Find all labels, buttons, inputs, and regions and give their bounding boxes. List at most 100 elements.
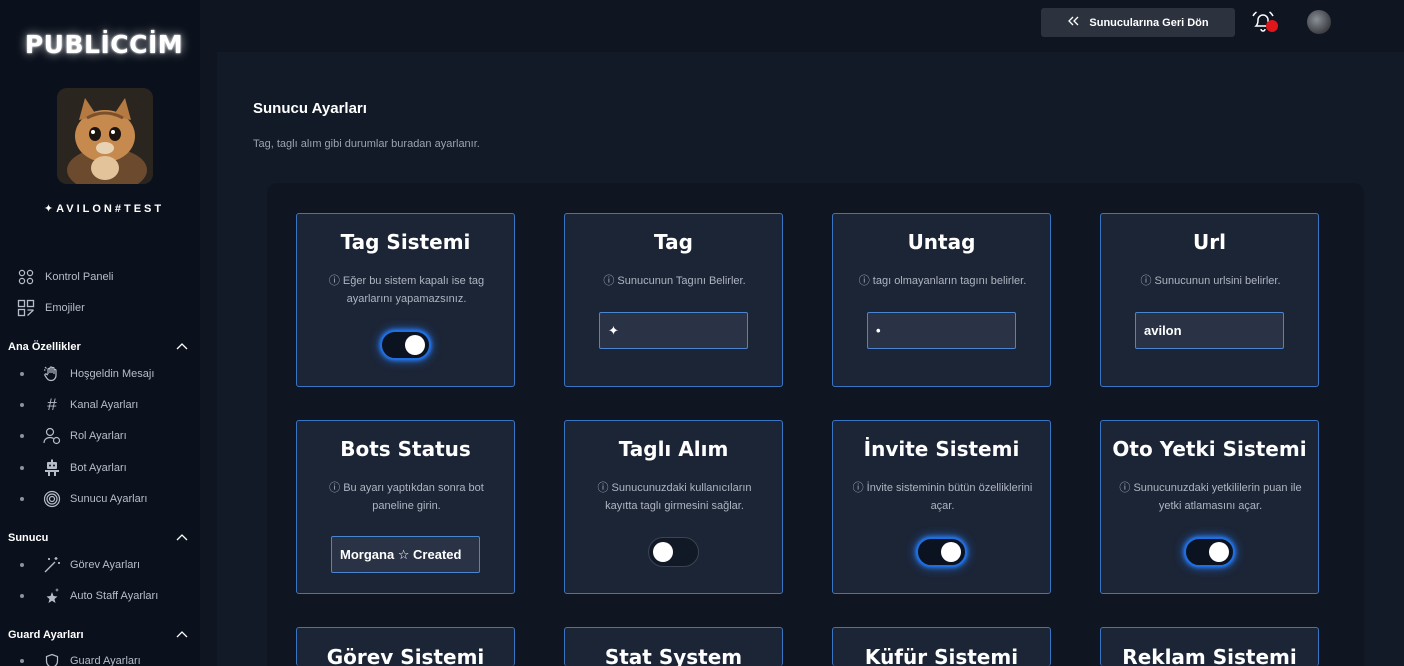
nav-section-server[interactable]: Sunucu (8, 529, 188, 547)
card-profanity-system: Küfür Sistemi (832, 627, 1051, 666)
bullet-dot (20, 403, 24, 407)
card-title: Oto Yetki Sistemi (1112, 437, 1307, 461)
nav-emojis[interactable]: Emojiler (16, 298, 85, 318)
card-stat-system: Stat System (564, 627, 783, 666)
card-untag: Untag ⓘ tagı olmayanların tagını belirle… (832, 213, 1051, 387)
nav-item-label: Bot Ayarları (70, 462, 127, 474)
nav-item-label: Guard Ayarları (70, 655, 141, 666)
card-title: Tag Sistemi (340, 230, 471, 254)
bullet-dot (20, 497, 24, 501)
user-role-icon (42, 426, 62, 446)
nav-section-main-features[interactable]: Ana Özellikler (8, 338, 188, 356)
nav-server-settings[interactable]: Sunucu Ayarları (20, 489, 147, 509)
card-url: Url ⓘ Sunucunun urlsini belirler. avilon (1100, 213, 1319, 387)
robot-icon (42, 458, 62, 478)
card-invite-system: İnvite Sistemi ⓘ İnvite sisteminin bütün… (832, 420, 1051, 594)
toggle-knob (405, 335, 425, 355)
notification-badge (1266, 20, 1278, 32)
card-description: ⓘ Sunucunuzdaki yetkililerin puan ile ye… (1119, 482, 1302, 512)
bullet-dot (20, 594, 24, 598)
nav-auto-staff-settings[interactable]: Auto Staff Ayarları (20, 586, 158, 606)
card-auto-rank-system: Oto Yetki Sistemi ⓘ Sunucunuzdaki yetkil… (1100, 420, 1319, 594)
nav-item-label: Auto Staff Ayarları (70, 590, 159, 602)
bullet-dot (20, 466, 24, 470)
card-ad-system: Reklam Sistemi (1100, 627, 1319, 666)
card-description: ⓘ Eğer bu sistem kapalı ise tag ayarları… (328, 275, 485, 305)
bots-status-input[interactable]: Morgana ☆ Created (331, 536, 480, 573)
bullet-dot (20, 434, 24, 438)
bullet-dot (20, 563, 24, 567)
brand-logo[interactable]: PUBLİCCİM (0, 30, 208, 59)
emoji-grid-icon (16, 298, 36, 318)
bullet-dot (20, 372, 24, 376)
card-task-system: Görev Sistemi (296, 627, 515, 666)
card-title: Görev Sistemi (326, 645, 485, 666)
nav-bot-settings[interactable]: Bot Ayarları (20, 458, 127, 478)
nav-item-label: Emojiler (45, 302, 85, 314)
card-description: ⓘ tagı olmayanların tagını belirler. (858, 275, 1027, 287)
back-button-label: Sunucularına Geri Dön (1089, 16, 1209, 29)
nav-channel-settings[interactable]: # Kanal Ayarları (20, 395, 138, 415)
nav-item-label: Rol Ayarları (70, 430, 127, 442)
nav-item-label: Hoşgeldin Mesajı (70, 368, 155, 380)
nav-welcome-message[interactable]: Hoşgeldin Mesajı (20, 364, 154, 384)
nav-item-label: Kontrol Paneli (45, 271, 114, 283)
stars-icon (42, 586, 62, 606)
tagged-recruitment-toggle[interactable] (648, 537, 699, 567)
card-description: ⓘ İnvite sisteminin bütün özelliklerini … (852, 482, 1033, 512)
card-title: İnvite Sistemi (863, 437, 1020, 461)
fingerprint-icon (42, 489, 62, 509)
tag-system-toggle[interactable] (380, 330, 431, 360)
nav-control-panel[interactable]: Kontrol Paneli (16, 267, 114, 287)
card-description: ⓘ Sunucunuzdaki kullanıcıların kayıtta t… (597, 482, 752, 512)
wave-hand-icon (42, 364, 62, 384)
sidebar: PUBLİCCİM ✦AVILON#TEST Kontrol Paneli Em… (0, 0, 200, 666)
server-avatar (57, 88, 153, 184)
chevron-up-icon (176, 532, 188, 544)
toggle-knob (653, 542, 673, 562)
card-title: Reklam Sistemi (1122, 645, 1297, 666)
shield-icon (42, 651, 62, 666)
card-description: ⓘ Sunucunun Tagını Belirler. (603, 275, 746, 287)
nav-item-label: Kanal Ayarları (70, 399, 139, 411)
user-avatar[interactable] (1307, 10, 1331, 34)
nav-role-settings[interactable]: Rol Ayarları (20, 426, 127, 446)
card-title: Küfür Sistemi (864, 645, 1019, 666)
nav-item-label: Sunucu Ayarları (70, 493, 148, 505)
chevron-up-icon (176, 629, 188, 641)
card-title: Untag (907, 230, 976, 254)
grid-icon (16, 267, 36, 287)
url-input[interactable]: avilon (1135, 312, 1284, 349)
card-title: Bots Status (340, 437, 471, 461)
toggle-knob (941, 542, 961, 562)
card-tag: Tag ⓘ Sunucunun Tagını Belirler. ✦ (564, 213, 783, 387)
untag-input[interactable]: • (867, 312, 1016, 349)
card-title: Stat System (604, 645, 743, 666)
nav-task-settings[interactable]: Görev Ayarları (20, 555, 140, 575)
card-title: Tag (654, 230, 693, 254)
nav-section-label: Ana Özellikler (8, 341, 81, 353)
auto-rank-system-toggle[interactable] (1184, 537, 1235, 567)
invite-system-toggle[interactable] (916, 537, 967, 567)
back-to-servers-button[interactable]: Sunucularına Geri Dön (1041, 8, 1235, 37)
card-description: ⓘ Bu ayarı yaptıkdan sonra bot paneline … (329, 482, 484, 512)
card-title: Taglı Alım (618, 437, 729, 461)
tag-input[interactable]: ✦ (599, 312, 748, 349)
hash-icon: # (47, 395, 57, 414)
chevron-up-icon (176, 341, 188, 353)
nav-section-label: Guard Ayarları (8, 629, 84, 641)
page-subtitle: Tag, taglı alım gibi durumlar buradan ay… (253, 138, 480, 150)
bullet-dot (20, 659, 24, 663)
page-title: Sunucu Ayarları (253, 100, 367, 117)
card-tagged-recruitment: Taglı Alım ⓘ Sunucunuzdaki kullanıcıları… (564, 420, 783, 594)
card-tag-system: Tag Sistemi ⓘ Eğer bu sistem kapalı ise … (296, 213, 515, 387)
nav-section-guard[interactable]: Guard Ayarları (8, 626, 188, 644)
card-title: Url (1193, 230, 1226, 254)
nav-section-label: Sunucu (8, 532, 49, 544)
toggle-knob (1209, 542, 1229, 562)
card-bots-status: Bots Status ⓘ Bu ayarı yaptıkdan sonra b… (296, 420, 515, 594)
nav-guard-settings[interactable]: Guard Ayarları (20, 651, 141, 666)
card-description: ⓘ Sunucunun urlsini belirler. (1140, 275, 1281, 287)
double-chevron-left-icon (1067, 16, 1079, 29)
nav-item-label: Görev Ayarları (70, 559, 141, 571)
